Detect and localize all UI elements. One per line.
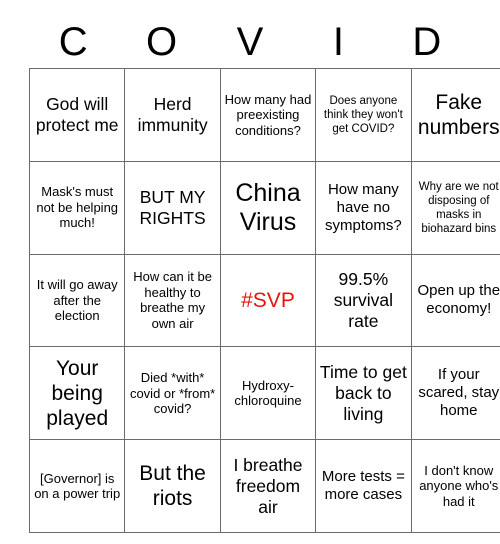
bingo-cell-text: How can it be healthy to breathe my own … (133, 269, 212, 331)
bingo-cell[interactable]: Open up the economy! (410, 253, 500, 348)
bingo-cell[interactable]: Mask's must not be helping much! (28, 160, 126, 255)
bingo-cell[interactable]: More tests = more cases (315, 439, 412, 533)
bingo-cell-text: Time to get back to living (319, 361, 407, 424)
bingo-cell[interactable]: China Virus (219, 160, 317, 255)
bingo-cell-text: Why are we not disposing of masks in bio… (418, 180, 499, 235)
bingo-cell[interactable]: How many had preexisting conditions? (219, 68, 317, 162)
bingo-grid: God will protect me Herd immunity How ma… (28, 68, 500, 533)
bingo-cell-text: Mask's must not be helping much! (36, 184, 119, 231)
header-letter-3: I (332, 20, 344, 64)
bingo-cell-text: #SVP (241, 288, 295, 312)
bingo-header-row: C O V I D (29, 16, 471, 68)
bingo-cell-text: 99.5% survival rate (333, 268, 394, 331)
bingo-cell[interactable]: I don't know anyone who's had it (410, 439, 500, 533)
header-letter-1: O (146, 20, 178, 64)
bingo-cell[interactable]: God will protect me (28, 68, 126, 162)
header-letter-2: V (236, 20, 264, 64)
bingo-cell-text: Hydroxy-chloroquine (234, 377, 302, 409)
bingo-cell-text: It will go away after the election (36, 277, 118, 324)
bingo-cell-marked[interactable]: #SVP (219, 253, 317, 348)
bingo-cell-text: BUT MY RIGHTS (139, 186, 206, 228)
bingo-cell-text: Fake numbers (417, 90, 500, 139)
bingo-cell[interactable]: If your scared, stay home (410, 346, 500, 441)
bingo-cell-text: Open up the economy! (417, 282, 500, 318)
bingo-cell[interactable]: Died *with* covid or *from* covid? (124, 346, 221, 441)
bingo-cell[interactable]: [Governor] is on a power trip (28, 439, 126, 533)
bingo-cell[interactable]: BUT MY RIGHTS (124, 160, 221, 255)
bingo-cell-text: If your scared, stay home (418, 366, 500, 420)
bingo-cell-text: Does anyone think they won't get COVID? (323, 94, 403, 135)
bingo-cell[interactable]: Your being played (28, 346, 126, 441)
bingo-cell[interactable]: Time to get back to living (315, 346, 412, 441)
bingo-row: Your being played Died *with* covid or *… (28, 346, 500, 441)
bingo-cell[interactable]: 99.5% survival rate (315, 253, 412, 348)
bingo-cell-text: More tests = more cases (321, 468, 405, 504)
bingo-cell[interactable]: I breathe freedom air (219, 439, 317, 533)
bingo-cell-text: Your being played (46, 356, 109, 430)
bingo-cell-text: God will protect me (35, 93, 119, 135)
bingo-cell-text: Herd immunity (137, 93, 208, 135)
bingo-cell-text: How many had preexisting conditions? (224, 91, 312, 138)
bingo-cell[interactable]: How can it be healthy to breathe my own … (124, 253, 221, 348)
bingo-row: It will go away after the election How c… (28, 253, 500, 348)
bingo-cell-text: I don't know anyone who's had it (419, 462, 499, 509)
bingo-cell[interactable]: How many have no symptoms? (315, 160, 412, 255)
bingo-row: Mask's must not be helping much! BUT MY … (28, 160, 500, 255)
bingo-cell[interactable]: Hydroxy-chloroquine (219, 346, 317, 441)
header-letter-0: C (58, 20, 88, 64)
bingo-cell[interactable]: Herd immunity (124, 68, 221, 162)
header-letter-4: D (412, 20, 442, 64)
bingo-cell-text: Died *with* covid or *from* covid? (129, 370, 216, 417)
bingo-cell[interactable]: Does anyone think they won't get COVID? (315, 68, 412, 162)
bingo-cell-text: [Governor] is on a power trip (34, 470, 121, 502)
bingo-card: C O V I D God will protect me Herd immun… (28, 16, 500, 533)
bingo-cell[interactable]: It will go away after the election (28, 253, 126, 348)
bingo-cell-text: China Virus (235, 178, 301, 236)
bingo-row: [Governor] is on a power trip But the ri… (28, 439, 500, 533)
bingo-cell[interactable]: But the riots (124, 439, 221, 533)
bingo-row: God will protect me Herd immunity How ma… (28, 68, 500, 162)
bingo-cell-text: But the riots (139, 462, 206, 511)
bingo-cell-text: I breathe freedom air (233, 454, 303, 517)
bingo-cell-text: How many have no symptoms? (325, 180, 402, 234)
bingo-cell[interactable]: Fake numbers (410, 68, 500, 162)
bingo-cell[interactable]: Why are we not disposing of masks in bio… (410, 160, 500, 255)
